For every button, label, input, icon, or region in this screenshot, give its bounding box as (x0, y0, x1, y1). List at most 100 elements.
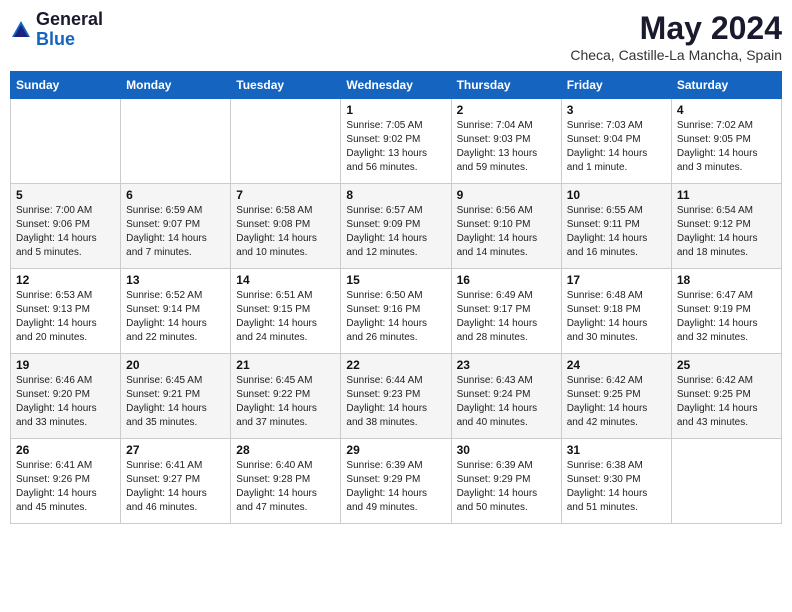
day-info: Sunrise: 6:59 AMSunset: 9:07 PMDaylight:… (126, 204, 225, 260)
day-info: Sunrise: 7:02 AMSunset: 9:05 PMDaylight:… (677, 119, 776, 175)
logo: General Blue (10, 10, 103, 50)
day-number: 18 (677, 273, 776, 287)
day-info: Sunrise: 6:40 AMSunset: 9:28 PMDaylight:… (236, 459, 335, 515)
day-number: 24 (567, 358, 666, 372)
day-number: 10 (567, 188, 666, 202)
week-row-2: 5 Sunrise: 7:00 AMSunset: 9:06 PMDaylight… (11, 184, 782, 269)
day-info: Sunrise: 6:58 AMSunset: 9:08 PMDaylight:… (236, 204, 335, 260)
title-area: May 2024 Checa, Castille-La Mancha, Spai… (570, 10, 782, 63)
day-cell: 27Sunrise: 6:41 AMSunset: 9:27 PMDayligh… (121, 439, 231, 524)
location-title: Checa, Castille-La Mancha, Spain (570, 47, 782, 63)
header: General Blue May 2024 Checa, Castille-La… (10, 10, 782, 63)
day-info: Sunrise: 7:05 AMSunset: 9:02 PMDaylight:… (346, 119, 445, 175)
day-number: 22 (346, 358, 445, 372)
day-info: Sunrise: 6:55 AMSunset: 9:11 PMDaylight:… (567, 204, 666, 260)
day-cell: 21 Sunrise: 6:45 AMSunset: 9:22 PMDayligh… (231, 354, 341, 439)
day-number: 16 (457, 273, 556, 287)
day-info: Sunrise: 6:56 AMSunset: 9:10 PMDaylight:… (457, 204, 556, 260)
day-number: 2 (457, 103, 556, 117)
day-info: Sunrise: 7:00 AMSunset: 9:06 PMDaylight:… (16, 204, 115, 260)
weekday-header-row: SundayMondayTuesdayWednesdayThursdayFrid… (11, 72, 782, 99)
day-number: 26 (16, 443, 115, 457)
day-info: Sunrise: 6:53 AMSunset: 9:13 PMDaylight:… (16, 289, 115, 345)
day-cell: 11Sunrise: 6:54 AMSunset: 9:12 PMDayligh… (671, 184, 781, 269)
logo-icon (10, 19, 32, 41)
day-cell: 22 Sunrise: 6:44 AMSunset: 9:23 PMDayligh… (341, 354, 451, 439)
week-row-3: 12 Sunrise: 6:53 AMSunset: 9:13 PMDayligh… (11, 269, 782, 354)
day-info: Sunrise: 6:48 AMSunset: 9:18 PMDaylight:… (567, 289, 666, 345)
day-cell: 6 Sunrise: 6:59 AMSunset: 9:07 PMDaylight… (121, 184, 231, 269)
day-info: Sunrise: 6:49 AMSunset: 9:17 PMDaylight:… (457, 289, 556, 345)
day-number: 19 (16, 358, 115, 372)
day-cell: 12 Sunrise: 6:53 AMSunset: 9:13 PMDayligh… (11, 269, 121, 354)
day-cell: 26 Sunrise: 6:41 AMSunset: 9:26 PMDayligh… (11, 439, 121, 524)
weekday-header-friday: Friday (561, 72, 671, 99)
day-info: Sunrise: 6:45 AMSunset: 9:21 PMDaylight:… (126, 374, 225, 430)
day-number: 12 (16, 273, 115, 287)
day-cell (11, 99, 121, 184)
day-number: 14 (236, 273, 335, 287)
day-cell: 1 Sunrise: 7:05 AMSunset: 9:02 PMDaylight… (341, 99, 451, 184)
weekday-header-sunday: Sunday (11, 72, 121, 99)
day-number: 8 (346, 188, 445, 202)
day-cell: 17Sunrise: 6:48 AMSunset: 9:18 PMDayligh… (561, 269, 671, 354)
day-number: 31 (567, 443, 666, 457)
day-cell: 18 Sunrise: 6:47 AMSunset: 9:19 PMDayligh… (671, 269, 781, 354)
day-number: 25 (677, 358, 776, 372)
day-number: 1 (346, 103, 445, 117)
day-info: Sunrise: 6:50 AMSunset: 9:16 PMDaylight:… (346, 289, 445, 345)
day-cell: 2 Sunrise: 7:04 AMSunset: 9:03 PMDaylight… (451, 99, 561, 184)
week-row-4: 19 Sunrise: 6:46 AMSunset: 9:20 PMDayligh… (11, 354, 782, 439)
day-number: 20 (126, 358, 225, 372)
day-cell: 16 Sunrise: 6:49 AMSunset: 9:17 PMDayligh… (451, 269, 561, 354)
day-info: Sunrise: 6:51 AMSunset: 9:15 PMDaylight:… (236, 289, 335, 345)
logo-blue: Blue (36, 29, 75, 49)
month-title: May 2024 (570, 10, 782, 47)
day-cell: 9 Sunrise: 6:56 AMSunset: 9:10 PMDaylight… (451, 184, 561, 269)
day-cell: 31 Sunrise: 6:38 AMSunset: 9:30 PMDayligh… (561, 439, 671, 524)
day-number: 21 (236, 358, 335, 372)
day-number: 30 (457, 443, 556, 457)
day-info: Sunrise: 7:03 AMSunset: 9:04 PMDaylight:… (567, 119, 666, 175)
day-info: Sunrise: 6:39 AMSunset: 9:29 PMDaylight:… (457, 459, 556, 515)
day-number: 11 (677, 188, 776, 202)
day-info: Sunrise: 6:38 AMSunset: 9:30 PMDaylight:… (567, 459, 666, 515)
calendar: SundayMondayTuesdayWednesdayThursdayFrid… (10, 71, 782, 524)
day-number: 5 (16, 188, 115, 202)
weekday-header-tuesday: Tuesday (231, 72, 341, 99)
weekday-header-monday: Monday (121, 72, 231, 99)
logo-text: General Blue (36, 10, 103, 50)
logo-general: General (36, 9, 103, 29)
day-info: Sunrise: 6:41 AMSunset: 9:26 PMDaylight:… (16, 459, 115, 515)
day-info: Sunrise: 6:47 AMSunset: 9:19 PMDaylight:… (677, 289, 776, 345)
day-cell: 7 Sunrise: 6:58 AMSunset: 9:08 PMDaylight… (231, 184, 341, 269)
day-number: 4 (677, 103, 776, 117)
day-number: 27 (126, 443, 225, 457)
day-number: 3 (567, 103, 666, 117)
day-cell: 10 Sunrise: 6:55 AMSunset: 9:11 PMDayligh… (561, 184, 671, 269)
day-cell: 15Sunrise: 6:50 AMSunset: 9:16 PMDayligh… (341, 269, 451, 354)
week-row-1: 1 Sunrise: 7:05 AMSunset: 9:02 PMDaylight… (11, 99, 782, 184)
day-cell (231, 99, 341, 184)
weekday-header-saturday: Saturday (671, 72, 781, 99)
day-cell: 23Sunrise: 6:43 AMSunset: 9:24 PMDayligh… (451, 354, 561, 439)
day-number: 6 (126, 188, 225, 202)
day-cell: 28 Sunrise: 6:40 AMSunset: 9:28 PMDayligh… (231, 439, 341, 524)
day-number: 28 (236, 443, 335, 457)
day-info: Sunrise: 6:52 AMSunset: 9:14 PMDaylight:… (126, 289, 225, 345)
day-cell (671, 439, 781, 524)
day-cell: 5 Sunrise: 7:00 AMSunset: 9:06 PMDaylight… (11, 184, 121, 269)
day-info: Sunrise: 7:04 AMSunset: 9:03 PMDaylight:… (457, 119, 556, 175)
day-cell: 29Sunrise: 6:39 AMSunset: 9:29 PMDayligh… (341, 439, 451, 524)
day-cell (121, 99, 231, 184)
day-info: Sunrise: 6:44 AMSunset: 9:23 PMDaylight:… (346, 374, 445, 430)
day-cell: 20 Sunrise: 6:45 AMSunset: 9:21 PMDayligh… (121, 354, 231, 439)
day-number: 29 (346, 443, 445, 457)
day-number: 7 (236, 188, 335, 202)
day-info: Sunrise: 6:46 AMSunset: 9:20 PMDaylight:… (16, 374, 115, 430)
day-number: 9 (457, 188, 556, 202)
weekday-header-wednesday: Wednesday (341, 72, 451, 99)
day-info: Sunrise: 6:45 AMSunset: 9:22 PMDaylight:… (236, 374, 335, 430)
day-info: Sunrise: 6:42 AMSunset: 9:25 PMDaylight:… (567, 374, 666, 430)
day-number: 23 (457, 358, 556, 372)
